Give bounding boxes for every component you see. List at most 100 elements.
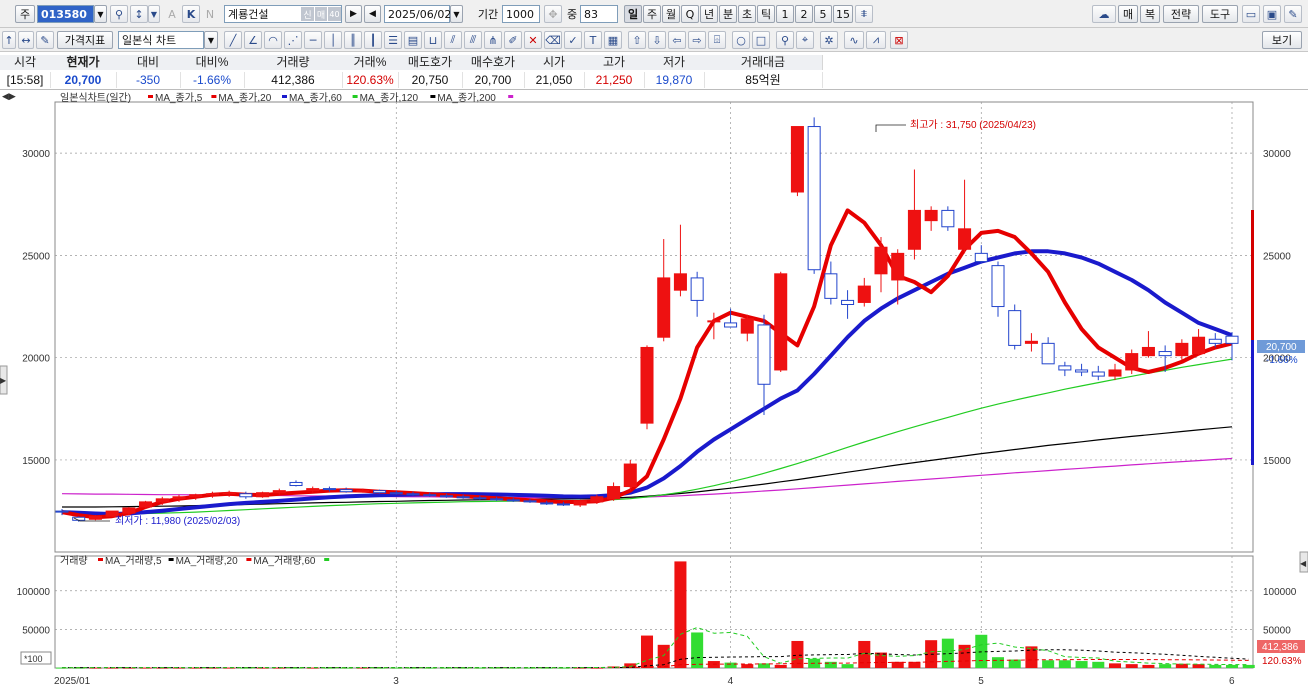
vertical-line-icon[interactable]: │ bbox=[324, 31, 342, 49]
candle-body bbox=[657, 277, 671, 338]
gann-grid-icon[interactable]: ▤ bbox=[404, 31, 422, 49]
timeframe-week[interactable]: 주 bbox=[643, 5, 661, 23]
candle-body bbox=[506, 499, 520, 502]
arrow-down-icon[interactable]: ⇩ bbox=[648, 31, 666, 49]
buy-button[interactable]: 매 bbox=[1118, 5, 1138, 23]
timeframe-day[interactable]: 일 bbox=[624, 5, 642, 23]
trendline-icon[interactable]: ╱ bbox=[224, 31, 242, 49]
timeframe-minute[interactable]: 분 bbox=[719, 5, 737, 23]
volume-bar bbox=[724, 662, 737, 668]
search-icon[interactable]: ⚲ bbox=[110, 5, 128, 23]
candle-body bbox=[607, 486, 621, 500]
delete-drawing-icon[interactable]: ✕ bbox=[524, 31, 542, 49]
copy-button[interactable]: 복 bbox=[1140, 5, 1160, 23]
edit-icon[interactable]: ✎ bbox=[36, 31, 54, 49]
drawing-toolbar: ↑ ↔ ✎ 가격지표 일본식 차트 ▼ ╱ ∠ ◠ ⋰ ─ │ ║ ┃ ☰ ▤ … bbox=[0, 28, 1308, 52]
pencil-icon[interactable]: ✐ bbox=[504, 31, 522, 49]
custom-timeframe-icon[interactable]: ⩨ bbox=[855, 5, 873, 23]
arrow-right-icon[interactable]: ⇨ bbox=[688, 31, 706, 49]
legend-swatch bbox=[246, 558, 252, 561]
circle-icon[interactable]: ○ bbox=[732, 31, 750, 49]
timeframe-month[interactable]: 월 bbox=[662, 5, 680, 23]
candle-body bbox=[423, 494, 437, 497]
sort-icon[interactable]: ↕ bbox=[130, 5, 148, 23]
stock-code-dropdown[interactable]: ▼ bbox=[94, 5, 107, 23]
legend-swatch bbox=[430, 95, 436, 98]
date-field[interactable]: 2025/06/02 bbox=[384, 5, 451, 23]
timeframe-15[interactable]: 15 bbox=[833, 5, 853, 23]
crosshair-icon[interactable]: ⌖ bbox=[796, 31, 814, 49]
legend-swatch bbox=[211, 95, 217, 98]
date-dropdown[interactable]: ▼ bbox=[450, 5, 463, 23]
arrow-up-icon[interactable]: ⇧ bbox=[628, 31, 646, 49]
save-icon[interactable]: ▣ bbox=[1263, 5, 1281, 23]
zoom-icon[interactable]: ⚲ bbox=[776, 31, 794, 49]
volume-bar bbox=[1058, 660, 1071, 668]
expand-icon[interactable]: ↔ bbox=[18, 31, 34, 49]
cycle-lines-icon[interactable]: ║ bbox=[344, 31, 362, 49]
header-bid: 매수호가 bbox=[462, 55, 525, 70]
tools-button[interactable]: 도구 bbox=[1202, 5, 1238, 23]
strategy-button[interactable]: 전략 bbox=[1163, 5, 1199, 23]
timeframe-2[interactable]: 2 bbox=[795, 5, 813, 23]
wrench-icon[interactable]: ✎ bbox=[1284, 5, 1302, 23]
scroll-up-icon[interactable]: ↑ bbox=[2, 31, 16, 49]
cycle-icon[interactable]: ⊔ bbox=[424, 31, 442, 49]
eraser-icon[interactable]: ⌫ bbox=[544, 31, 562, 49]
fan-icon[interactable]: ⋰ bbox=[284, 31, 302, 49]
market-select[interactable]: 주 bbox=[15, 5, 35, 23]
count-input[interactable]: 83 bbox=[580, 5, 618, 23]
timeframe-year[interactable]: 년 bbox=[700, 5, 718, 23]
timeframe-quarter[interactable]: Q bbox=[681, 5, 699, 23]
sort-dropdown-icon[interactable]: ▼ bbox=[148, 5, 160, 23]
scroll-left-icon[interactable]: ◀▶ bbox=[2, 91, 16, 101]
fibo-time-icon[interactable]: ┃ bbox=[364, 31, 382, 49]
legend-swatch bbox=[282, 95, 287, 98]
settings-gear-icon[interactable]: ✲ bbox=[820, 31, 838, 49]
stock-code-input[interactable]: 013580 bbox=[37, 5, 94, 23]
legend-item-label: MA_거래량,5 bbox=[105, 555, 162, 567]
next-arrow-icon[interactable]: ▶ bbox=[345, 5, 362, 23]
arc-icon[interactable]: ◠ bbox=[264, 31, 282, 49]
angle-line-icon[interactable]: ∠ bbox=[244, 31, 262, 49]
channel-icon[interactable]: ⫽ bbox=[444, 31, 462, 49]
move-icon[interactable]: ✥ bbox=[544, 5, 562, 23]
wave-icon[interactable]: ∿ bbox=[844, 31, 864, 49]
fibo-retrace-icon[interactable]: ☰ bbox=[384, 31, 402, 49]
chart-area[interactable]: 15000 15000 20000 20000 25000 25000 30000 30000… bbox=[0, 90, 1308, 689]
andrews-icon[interactable]: ⋔ bbox=[484, 31, 502, 49]
note-icon[interactable]: ▦ bbox=[604, 31, 622, 49]
kospi-k-icon[interactable]: K bbox=[182, 5, 200, 23]
candle-body bbox=[1158, 351, 1172, 357]
horizontal-line-icon[interactable]: ─ bbox=[304, 31, 322, 49]
timeframe-tick[interactable]: 틱 bbox=[757, 5, 775, 23]
candle-body bbox=[222, 492, 236, 495]
timeframe-1[interactable]: 1 bbox=[776, 5, 794, 23]
text-icon[interactable]: T bbox=[584, 31, 602, 49]
view-button[interactable]: 보기 bbox=[1262, 31, 1302, 49]
volume-bar bbox=[1008, 659, 1021, 668]
rectangle-icon[interactable]: □ bbox=[752, 31, 770, 49]
price-indicator-button[interactable]: 가격지표 bbox=[57, 31, 113, 49]
folder-icon[interactable]: ▭ bbox=[1242, 5, 1260, 23]
prev-arrow-icon[interactable]: ◀ bbox=[364, 5, 381, 23]
chart-type-dropdown[interactable]: ▼ bbox=[204, 31, 218, 49]
candle-body bbox=[490, 498, 504, 501]
memo-icon[interactable]: ⌹ bbox=[708, 31, 726, 49]
candle-body bbox=[256, 492, 270, 498]
parallel-icon[interactable]: ⫻ bbox=[464, 31, 482, 49]
timeframe-5[interactable]: 5 bbox=[814, 5, 832, 23]
chart-type-select[interactable]: 일본식 차트 bbox=[118, 31, 204, 49]
volume-bar bbox=[1209, 664, 1222, 668]
arrow-left-icon[interactable]: ⇦ bbox=[668, 31, 686, 49]
value-open: 21,050 bbox=[524, 72, 585, 88]
volume-tick-label-right: 50000 bbox=[1263, 625, 1291, 636]
marker-icon[interactable]: ✓ bbox=[564, 31, 582, 49]
pattern-icon[interactable]: ⩘ bbox=[866, 31, 886, 49]
period-input[interactable]: 1000 bbox=[502, 5, 540, 23]
timeframe-second[interactable]: 초 bbox=[738, 5, 756, 23]
candle-body bbox=[189, 494, 203, 498]
cloud-icon[interactable]: ☁ bbox=[1092, 5, 1116, 23]
stock-chart[interactable]: 15000 1500020000 2000025000 2500030000 30000… bbox=[0, 90, 1308, 689]
image-icon[interactable]: ⊠ bbox=[890, 31, 908, 49]
